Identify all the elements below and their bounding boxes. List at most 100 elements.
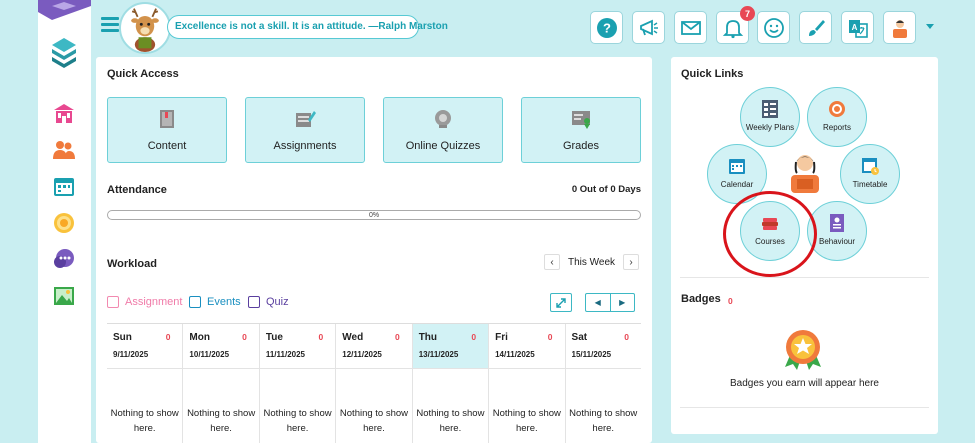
tile-label: Content (147, 140, 187, 152)
quick-access-content-tile[interactable]: Content (107, 97, 227, 163)
workload-calendar: Sun 0 9/11/2025 Nothing to show here. Mo… (107, 323, 641, 443)
target-icon[interactable] (52, 211, 76, 235)
ql-label: Weekly Plans (745, 123, 795, 132)
day-column-sun[interactable]: Sun 0 9/11/2025 Nothing to show here. (107, 324, 184, 443)
ql-label: Timetable (852, 180, 888, 189)
day-column-mon[interactable]: Mon 0 10/11/2025 Nothing to show here. (183, 324, 260, 443)
day-column-sat[interactable]: Sat 0 15/11/2025 Nothing to show here. (565, 324, 641, 443)
day-header: Mon 0 10/11/2025 (183, 324, 259, 369)
quick-access-grades-tile[interactable]: Grades (521, 97, 641, 163)
workload-title: Workload (107, 258, 157, 270)
legend-quiz[interactable]: Quiz (248, 296, 289, 308)
app-logo-top (38, 0, 91, 20)
assignment-checkbox[interactable] (107, 296, 119, 308)
calendar-icon (729, 159, 745, 174)
day-column-wed[interactable]: Wed 0 12/11/2025 Nothing to show here. (336, 324, 413, 443)
day-column-tue[interactable]: Tue 0 11/11/2025 Nothing to show here. (259, 324, 337, 443)
timetable-icon (862, 158, 879, 175)
quick-link-weekly-plans[interactable]: Weekly Plans (740, 87, 800, 147)
day-name: Fri (495, 332, 508, 343)
notifications-button[interactable]: 7 (716, 6, 755, 44)
menu-toggle-button[interactable] (101, 17, 119, 33)
ql-label: Calendar (720, 180, 754, 189)
badges-title: Badges (681, 293, 721, 305)
events-checkbox[interactable] (189, 296, 201, 308)
quick-links-card: Quick Links Weekly Plans Reports Calenda… (671, 57, 938, 434)
quick-link-reports[interactable]: Reports (807, 87, 867, 147)
tile-label: Online Quizzes (405, 140, 481, 152)
quiz-checkbox[interactable] (248, 296, 260, 308)
day-header: Thu 0 13/11/2025 (412, 324, 489, 369)
bell-icon (722, 19, 743, 38)
expand-icon (556, 297, 566, 308)
svg-text:A: A (851, 23, 857, 32)
expand-button[interactable] (550, 293, 572, 312)
legend-assignment[interactable]: Assignment (107, 296, 182, 308)
day-empty-message: Nothing to show here. (263, 408, 332, 434)
megaphone-icon (639, 19, 658, 35)
day-empty-message: Nothing to show here. (187, 408, 256, 434)
calendar-icon[interactable] (52, 174, 76, 198)
legend-label: Events (207, 296, 241, 308)
day-header: Sun 0 9/11/2025 (107, 324, 183, 369)
messages-button[interactable] (674, 11, 707, 44)
motivational-quote: Excellence is not a skill. It is an atti… (167, 15, 448, 39)
translate-icon: A (848, 19, 868, 38)
language-button[interactable]: A (841, 11, 874, 44)
behaviour-icon (830, 214, 844, 232)
attendance-summary: 0 Out of 0 Days (571, 184, 641, 195)
home-icon[interactable] (52, 102, 76, 126)
paintbrush-icon (808, 19, 825, 36)
student-avatar-icon (791, 155, 819, 193)
ql-label: Reports (822, 123, 851, 132)
calendar-pager: ◀ ▶ (585, 293, 635, 312)
legend-label: Assignment (125, 296, 183, 308)
quick-link-timetable[interactable]: Timetable (840, 144, 900, 204)
mood-button[interactable] (757, 11, 790, 44)
app-logo-icon[interactable] (50, 36, 78, 70)
profile-button[interactable] (883, 11, 916, 44)
profile-dropdown-caret-icon[interactable] (926, 24, 934, 29)
announcements-button[interactable] (632, 11, 665, 44)
day-count: 0 (471, 332, 477, 342)
users-icon[interactable] (52, 138, 76, 162)
quick-access-online-quizzes-tile[interactable]: Online Quizzes (383, 97, 503, 163)
day-count: 0 (547, 332, 553, 342)
day-count: 0 (624, 332, 629, 342)
svg-text:?: ? (603, 20, 611, 35)
day-name: Sun (113, 332, 132, 343)
day-header: Wed 0 12/11/2025 (336, 324, 412, 369)
next-week-button[interactable]: › (623, 254, 640, 270)
quiz-icon (435, 110, 451, 128)
pager-previous-button[interactable]: ◀ (586, 294, 610, 311)
day-date: 11/11/2025 (265, 350, 305, 359)
quick-access-title: Quick Access (107, 68, 179, 80)
day-column-fri[interactable]: Fri 0 14/11/2025 Nothing to show here. (489, 324, 566, 443)
day-name: Sat (571, 332, 588, 343)
legend-events[interactable]: Events (189, 296, 241, 308)
pager-next-button[interactable]: ▶ (609, 294, 635, 311)
attendance-progress-bar: 0% (107, 210, 641, 220)
weekly-plans-icon (762, 100, 778, 118)
sidebar (38, 0, 91, 443)
day-date: 9/11/2025 (113, 350, 149, 359)
day-name: Mon (189, 332, 210, 343)
chat-icon[interactable] (52, 248, 76, 272)
previous-week-button[interactable]: ‹ (544, 254, 560, 270)
section-divider (680, 407, 929, 408)
book-icon (160, 110, 174, 128)
quick-access-assignments-tile[interactable]: Assignments (245, 97, 365, 163)
help-icon: ? (596, 17, 617, 38)
day-name: Wed (342, 332, 364, 343)
grades-icon (572, 111, 590, 129)
smiley-icon (763, 17, 784, 38)
day-empty-message: Nothing to show here. (110, 408, 179, 434)
day-column-thu-today[interactable]: Thu 0 13/11/2025 Nothing to show here. (412, 324, 490, 443)
gallery-icon[interactable] (52, 284, 76, 308)
legend-label: Quiz (266, 296, 289, 308)
day-date: 14/11/2025 (495, 350, 535, 359)
day-count: 0 (318, 332, 324, 342)
tile-label: Grades (562, 140, 600, 152)
help-button[interactable]: ? (590, 11, 623, 44)
theme-button[interactable] (799, 11, 832, 44)
